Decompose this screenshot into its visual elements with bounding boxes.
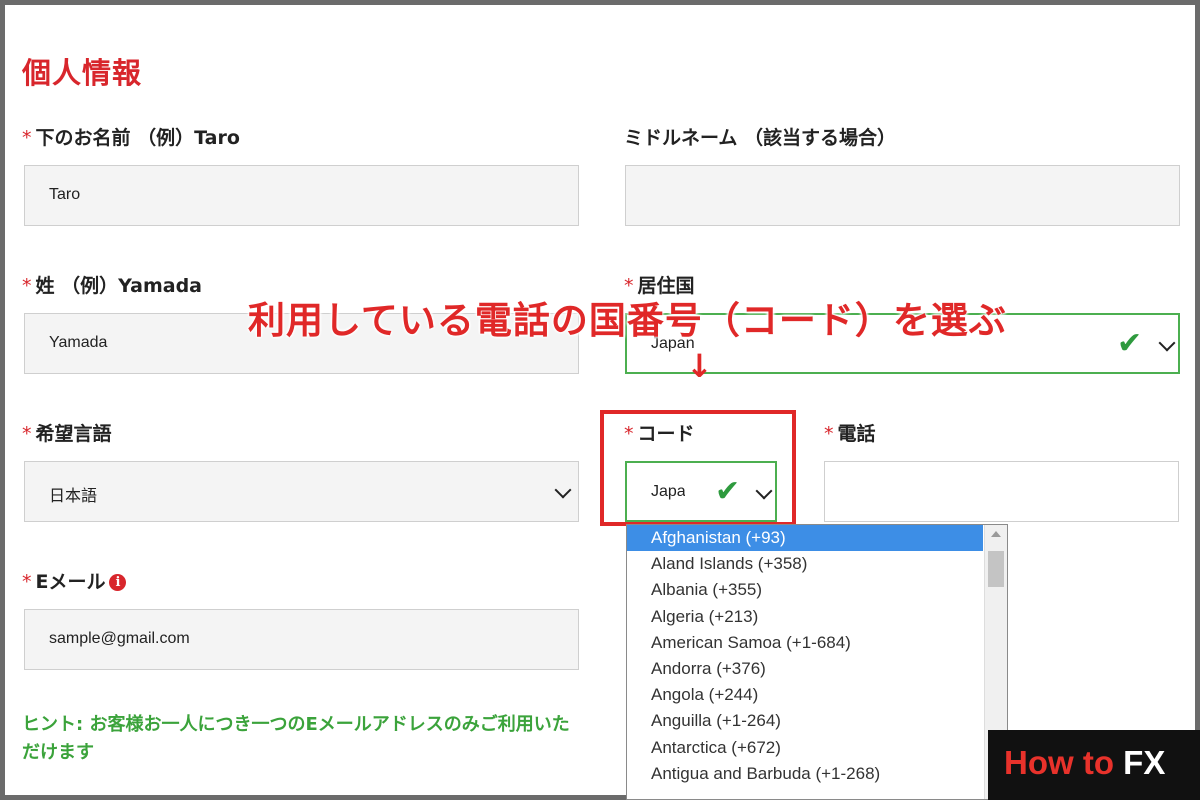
first-name-label: * 下のお名前 （例）Taro [22,123,240,150]
last-name-value: Yamada [49,334,108,351]
language-label-text: 希望言語 [35,423,112,445]
required-mark: * [22,127,32,149]
section-title: 個人情報 [22,56,143,90]
page-frame [0,0,1200,800]
chevron-down-icon [1158,334,1176,352]
scroll-thumb[interactable] [988,551,1004,587]
phone-label-text: 電話 [837,423,876,445]
middle-name-input[interactable] [625,165,1180,226]
middle-name-label: ミドルネーム （該当する場合） [624,127,897,149]
brand-logo: How to FX [988,730,1200,800]
brand-part1: How to [1004,744,1124,781]
code-option[interactable]: American Samoa (+1-684) [627,630,983,656]
language-select[interactable]: 日本語 [24,461,579,522]
language-label: * 希望言語 [22,419,112,446]
check-icon: ✔ [1117,326,1143,361]
code-dropdown-list[interactable]: Afghanistan (+93) Aland Islands (+358) A… [626,524,1008,800]
first-name-value: Taro [49,186,81,203]
code-option[interactable]: Aland Islands (+358) [627,551,983,577]
language-value: 日本語 [49,488,98,505]
required-mark: * [824,423,834,445]
email-label: * Eメール i [22,567,127,594]
code-option[interactable]: Angola (+244) [627,682,983,708]
code-option[interactable]: Anguilla (+1-264) [627,708,983,734]
email-value: sample@gmail.com [49,630,190,647]
code-option[interactable]: Antigua and Barbuda (+1-268) [627,761,983,787]
required-mark: * [22,275,32,297]
annotation-text: 利用している電話の国番号（コード）を選ぶ [248,299,1007,342]
info-icon[interactable]: i [109,574,127,591]
first-name-label-text: 下のお名前 （例）Taro [35,127,240,149]
code-option[interactable]: Andorra (+376) [627,656,983,682]
last-name-label-text: 姓 （例）Yamada [35,275,203,297]
required-mark: * [22,423,32,445]
annotation-highlight-box [600,410,796,526]
scroll-up-icon[interactable] [991,531,1001,537]
required-mark: * [22,571,32,593]
email-input[interactable]: sample@gmail.com [24,609,579,670]
first-name-input[interactable]: Taro [24,165,579,226]
phone-label: * 電話 [824,419,876,446]
brand-part2: FX [1123,744,1166,781]
chevron-down-icon [554,481,572,499]
email-hint: ヒント: お客様お一人につき一つのEメールアドレスのみご利用いただけます [22,714,570,763]
code-option[interactable]: Algeria (+213) [627,604,983,630]
last-name-label: * 姓 （例）Yamada [22,271,202,298]
phone-input[interactable] [824,461,1179,522]
code-option[interactable]: Afghanistan (+93) [627,525,983,552]
email-label-text: Eメール [35,571,106,593]
code-option[interactable]: Albania (+355) [627,577,983,603]
code-option[interactable]: Antarctica (+672) [627,735,983,761]
annotation-arrow-icon: ↓ [686,347,713,385]
